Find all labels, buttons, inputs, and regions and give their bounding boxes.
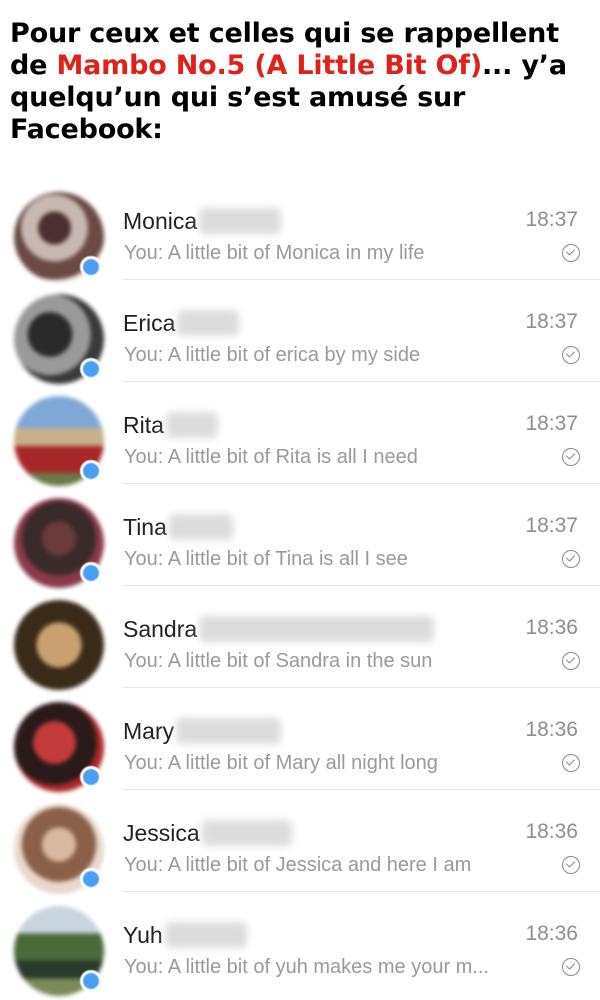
avatar	[14, 600, 104, 690]
contact-name: Sandra	[123, 615, 198, 642]
message-preview: You: A little bit of Rita is all I need	[124, 446, 418, 468]
message-preview: You: A little bit of Tina is all I see	[124, 548, 408, 570]
contact-name: Monica	[123, 207, 198, 234]
conversation-row[interactable]: Sandra 18:36 You: A little bit of Sandra…	[0, 586, 600, 690]
timestamp: 18:37	[525, 412, 578, 435]
timestamp: 18:37	[525, 208, 578, 231]
message-preview: You: A little bit of yuh makes me your m…	[124, 956, 489, 978]
redacted-surname	[164, 922, 247, 948]
sent-check-icon	[562, 652, 580, 670]
redacted-surname	[199, 616, 435, 642]
timestamp: 18:36	[525, 922, 578, 945]
sent-check-icon	[562, 448, 580, 466]
redacted-surname	[165, 412, 218, 438]
messenger-badge-icon	[80, 460, 102, 482]
timestamp: 18:36	[525, 718, 578, 741]
redacted-surname	[199, 208, 282, 234]
timestamp: 18:36	[525, 616, 578, 639]
contact-name: Yuh	[123, 921, 163, 948]
conversation-list: Monica 18:37 You: A little bit of Monica…	[0, 178, 600, 996]
message-preview: You: A little bit of Jessica and here I …	[124, 854, 472, 876]
conversation-row[interactable]: Mary 18:36 You: A little bit of Mary all…	[0, 688, 600, 792]
redacted-surname	[168, 514, 233, 540]
sent-check-icon	[562, 958, 580, 976]
messenger-badge-icon	[80, 766, 102, 788]
message-preview: You: A little bit of erica by my side	[124, 344, 421, 366]
contact-name: Mary	[123, 717, 175, 744]
meme-caption: Pour ceux et celles qui se rappellent de…	[10, 18, 595, 146]
messenger-badge-icon	[80, 358, 102, 380]
timestamp: 18:36	[525, 820, 578, 843]
messenger-badge-icon	[80, 970, 102, 992]
message-preview: You: A little bit of Mary all night long	[124, 752, 438, 774]
message-preview: You: A little bit of Sandra in the sun	[124, 650, 433, 672]
redacted-surname	[177, 310, 240, 336]
sent-check-icon	[562, 754, 580, 772]
conversation-row[interactable]: Erica 18:37 You: A little bit of erica b…	[0, 280, 600, 384]
song-title: Mambo No.5 (A Little Bit Of)	[56, 50, 482, 81]
sent-check-icon	[562, 856, 580, 874]
sent-check-icon	[562, 346, 580, 364]
contact-name: Rita	[123, 411, 164, 438]
messenger-badge-icon	[80, 868, 102, 890]
sent-check-icon	[562, 244, 580, 262]
conversation-row[interactable]: Monica 18:37 You: A little bit of Monica…	[0, 178, 600, 282]
messenger-badge-icon	[80, 256, 102, 278]
conversation-row[interactable]: Jessica 18:36 You: A little bit of Jessi…	[0, 790, 600, 894]
contact-name: Jessica	[123, 819, 200, 846]
conversation-row[interactable]: Yuh 18:36 You: A little bit of yuh makes…	[0, 892, 600, 996]
redacted-surname	[176, 718, 282, 744]
timestamp: 18:37	[525, 310, 578, 333]
contact-name: Erica	[123, 309, 176, 336]
message-preview: You: A little bit of Monica in my life	[124, 242, 425, 264]
sent-check-icon	[562, 550, 580, 568]
timestamp: 18:37	[525, 514, 578, 537]
contact-name: Tina	[123, 513, 167, 540]
conversation-row[interactable]: Rita 18:37 You: A little bit of Rita is …	[0, 382, 600, 486]
redacted-surname	[201, 820, 292, 846]
messenger-badge-icon	[80, 562, 102, 584]
conversation-row[interactable]: Tina 18:37 You: A little bit of Tina is …	[0, 484, 600, 588]
